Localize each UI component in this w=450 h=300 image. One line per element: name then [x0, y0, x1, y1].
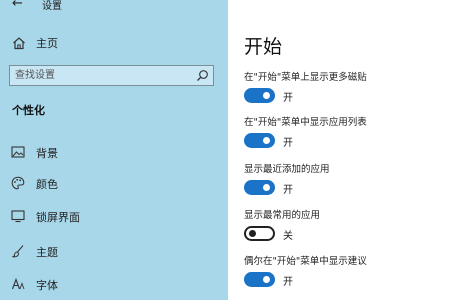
search-icon[interactable] — [196, 69, 209, 82]
sidebar-item-label: 主题 — [36, 246, 58, 259]
toggle-show-recently-added[interactable] — [244, 180, 275, 195]
search-box[interactable] — [9, 65, 214, 86]
sidebar-item-fonts[interactable]: 字体 — [0, 272, 228, 298]
monitor-icon — [11, 210, 25, 223]
sidebar-item-colors[interactable]: 颜色 — [0, 171, 228, 197]
sidebar-item-label: 颜色 — [36, 178, 58, 191]
toggle-knob — [263, 184, 270, 191]
toggle-knob — [263, 276, 270, 283]
page-title: 开始 — [244, 36, 283, 58]
sidebar-item-label: 字体 — [36, 279, 58, 292]
brush-icon — [12, 245, 24, 258]
sidebar: ← 设置 主页 个性化 背景 颜色 — [0, 0, 228, 300]
search-input[interactable] — [15, 69, 185, 82]
sidebar-item-home[interactable]: 主页 — [0, 30, 228, 56]
toggle-show-app-list[interactable] — [244, 133, 275, 148]
toggle-state-label: 开 — [283, 138, 293, 149]
setting-label: 在"开始"菜单上显示更多磁贴 — [244, 72, 367, 83]
sidebar-item-label: 主页 — [36, 37, 58, 50]
picture-icon — [11, 146, 25, 158]
sidebar-item-themes[interactable]: 主题 — [0, 239, 228, 265]
main-panel: 开始 在"开始"菜单上显示更多磁贴 开 在"开始"菜单中显示应用列表 开 显示最… — [228, 0, 450, 300]
title-bar: ← 设置 — [0, 0, 228, 16]
toggle-show-more-tiles[interactable] — [244, 88, 275, 103]
toggle-knob — [249, 230, 256, 237]
section-heading: 个性化 — [12, 104, 45, 117]
home-icon — [13, 37, 25, 50]
setting-label: 显示最常用的应用 — [244, 210, 321, 221]
toggle-state-label: 开 — [283, 277, 293, 288]
sidebar-item-label: 背景 — [36, 147, 58, 160]
setting-label: 在"开始"菜单中显示应用列表 — [244, 117, 367, 128]
palette-icon — [11, 176, 25, 190]
sidebar-item-label: 锁屏界面 — [36, 211, 80, 224]
font-icon — [11, 277, 25, 290]
back-arrow-icon[interactable]: ← — [12, 0, 23, 11]
setting-label: 显示最近添加的应用 — [244, 164, 330, 175]
toggle-show-suggestions[interactable] — [244, 272, 275, 287]
toggle-state-label: 开 — [283, 93, 293, 104]
app-title: 设置 — [42, 1, 62, 12]
toggle-state-label: 开 — [283, 185, 293, 196]
toggle-show-most-used[interactable] — [244, 226, 275, 241]
sidebar-item-background[interactable]: 背景 — [0, 140, 228, 166]
toggle-knob — [263, 92, 270, 99]
setting-label: 偶尔在"开始"菜单中显示建议 — [244, 256, 367, 267]
toggle-state-label: 关 — [283, 231, 293, 242]
toggle-knob — [263, 137, 270, 144]
sidebar-item-lock-screen[interactable]: 锁屏界面 — [0, 204, 228, 230]
